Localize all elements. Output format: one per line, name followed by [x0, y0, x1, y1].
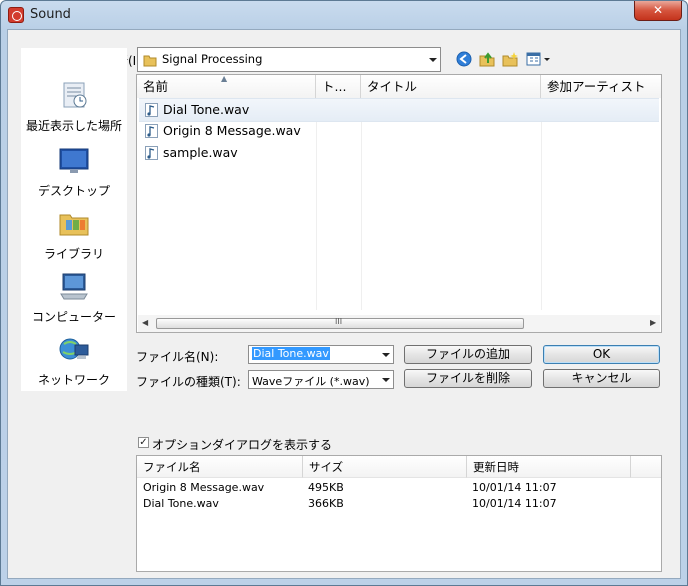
column-header-filler — [631, 456, 661, 478]
view-menu-icon[interactable] — [526, 51, 552, 67]
filename-label: ファイル名(N): — [136, 350, 219, 364]
desktop-icon — [59, 148, 89, 173]
place-network[interactable]: ネットワーク — [21, 333, 127, 388]
recent-places-icon — [63, 82, 87, 108]
computer-icon — [60, 273, 88, 300]
row-date: 10/01/14 11:07 — [472, 497, 557, 510]
filename-input[interactable]: Dial Tone.wav — [248, 345, 394, 364]
place-desktop[interactable]: デスクトップ — [21, 144, 127, 199]
filetype-select[interactable]: Waveファイル (*.wav) — [248, 370, 394, 389]
look-in-value: Signal Processing — [162, 52, 263, 66]
libraries-icon — [59, 214, 89, 236]
column-header-track[interactable]: ト... — [316, 75, 361, 98]
column-header-modified[interactable]: 更新日時 — [467, 456, 631, 478]
column-header-filename[interactable]: ファイル名 — [137, 456, 303, 478]
place-label: ネットワーク — [37, 373, 110, 387]
filetype-label: ファイルの種類(T): — [136, 375, 241, 389]
close-button[interactable]: ✕ — [634, 1, 682, 21]
look-in-combo[interactable]: Signal Processing — [137, 47, 441, 72]
app-icon — [8, 7, 24, 23]
place-label: ライブラリ — [43, 247, 104, 261]
sort-ascending-icon: ▲ — [221, 74, 228, 83]
delete-file-button[interactable]: ファイルを削除 — [404, 369, 532, 388]
filetype-value: Waveファイル (*.wav) — [252, 375, 370, 388]
column-header-artist[interactable]: 参加アーティスト — [541, 75, 661, 98]
wav-file-icon — [145, 103, 158, 117]
row-filename: Origin 8 Message.wav — [143, 481, 265, 494]
wav-file-icon — [145, 124, 158, 138]
place-libraries[interactable]: ライブラリ — [21, 207, 127, 262]
options-checkbox-label[interactable]: オプションダイアログを表示する — [152, 436, 332, 453]
wav-file-icon — [145, 146, 158, 160]
options-checkbox[interactable]: ✓ — [138, 437, 149, 448]
chevron-down-icon — [382, 352, 390, 357]
places-bar: 最近表示した場所 デスクトップ ライブラリ コンピューター ネットワーク — [21, 48, 127, 391]
file-list[interactable]: 名前 ▲ ト... タイトル 参加アーティスト Dial Tone.wav Or… — [136, 74, 662, 333]
place-label: デスクトップ — [37, 184, 110, 198]
place-label: 最近表示した場所 — [25, 119, 122, 133]
up-folder-icon[interactable] — [479, 51, 495, 67]
scroll-right-icon[interactable]: ▶ — [650, 318, 656, 327]
file-name: Dial Tone.wav — [163, 102, 250, 117]
back-icon[interactable] — [456, 51, 472, 67]
window-title: Sound — [30, 7, 71, 22]
file-name: Origin 8 Message.wav — [163, 123, 301, 138]
place-recent[interactable]: 最近表示した場所 — [21, 79, 127, 134]
column-header-name[interactable]: 名前 ▲ — [137, 75, 316, 98]
titlebar[interactable]: Sound ✕ — [1, 1, 687, 29]
row-size: 495KB — [308, 481, 344, 494]
file-row[interactable]: Dial Tone.wav — [139, 98, 659, 122]
cancel-button[interactable]: キャンセル — [543, 369, 660, 388]
chevron-down-icon — [382, 377, 390, 382]
selected-files-list[interactable]: ファイル名 サイズ 更新日時 Origin 8 Message.wav 495K… — [136, 455, 662, 572]
file-row[interactable]: sample.wav — [139, 142, 659, 164]
row-filename: Dial Tone.wav — [143, 497, 219, 510]
chevron-down-icon — [429, 57, 437, 62]
ok-button[interactable]: OK — [543, 345, 660, 364]
scroll-left-icon[interactable]: ◀ — [142, 318, 148, 327]
place-label: コンピューター — [31, 310, 116, 324]
horizontal-scrollbar[interactable]: ◀ III ▶ — [138, 315, 660, 332]
column-header-title[interactable]: タイトル — [361, 75, 541, 98]
file-row[interactable]: Origin 8 Message.wav — [139, 120, 659, 142]
add-file-button[interactable]: ファイルの追加 — [404, 345, 532, 364]
row-size: 366KB — [308, 497, 344, 510]
filename-value: Dial Tone.wav — [252, 347, 330, 360]
column-header-size[interactable]: サイズ — [303, 456, 467, 478]
network-icon — [59, 338, 89, 360]
scroll-thumb[interactable]: III — [156, 317, 524, 329]
file-name: sample.wav — [163, 145, 238, 160]
folder-icon — [143, 55, 157, 67]
new-folder-icon[interactable] — [502, 51, 518, 67]
row-date: 10/01/14 11:07 — [472, 481, 557, 494]
scroll-grip: III — [335, 317, 343, 326]
place-computer[interactable]: コンピューター — [21, 270, 127, 325]
